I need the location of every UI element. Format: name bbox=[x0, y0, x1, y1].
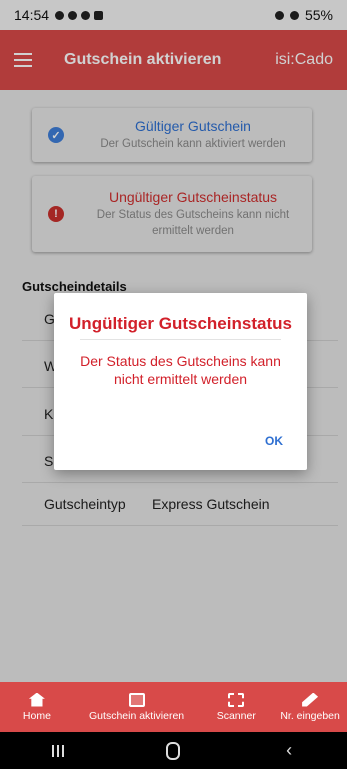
circle-icon bbox=[166, 741, 181, 760]
recent-apps-icon[interactable] bbox=[38, 744, 78, 757]
back-icon[interactable]: ‹ bbox=[269, 740, 309, 761]
nav-scanner[interactable]: Scanner bbox=[199, 682, 273, 732]
check-box-icon bbox=[128, 692, 145, 707]
nav-label: Gutschein aktivieren bbox=[89, 709, 185, 722]
dialog-divider bbox=[80, 339, 281, 341]
dialog-title: Ungültiger Gutscheinstatus bbox=[69, 314, 292, 333]
system-nav-bar: ‹ bbox=[0, 732, 347, 769]
nav-home[interactable]: Home bbox=[0, 682, 74, 732]
bottom-nav: Home Gutschein aktivieren Scanner Nr. ei… bbox=[0, 682, 347, 732]
home-button[interactable] bbox=[153, 741, 193, 760]
nav-activate-voucher[interactable]: Gutschein aktivieren bbox=[74, 682, 200, 732]
nav-enter-number[interactable]: Nr. eingeben bbox=[273, 682, 347, 732]
error-dialog: Ungültiger Gutscheinstatus Der Status de… bbox=[54, 293, 307, 470]
nav-label: Home bbox=[22, 709, 51, 722]
home-icon bbox=[28, 692, 45, 707]
nav-label: Scanner bbox=[216, 709, 256, 722]
nav-label: Nr. eingeben bbox=[280, 709, 340, 722]
scanner-icon bbox=[228, 692, 245, 707]
ok-button[interactable]: OK bbox=[265, 434, 283, 448]
edit-icon bbox=[302, 692, 319, 707]
dialog-message: Der Status des Gutscheins kann nicht erm… bbox=[80, 353, 281, 388]
